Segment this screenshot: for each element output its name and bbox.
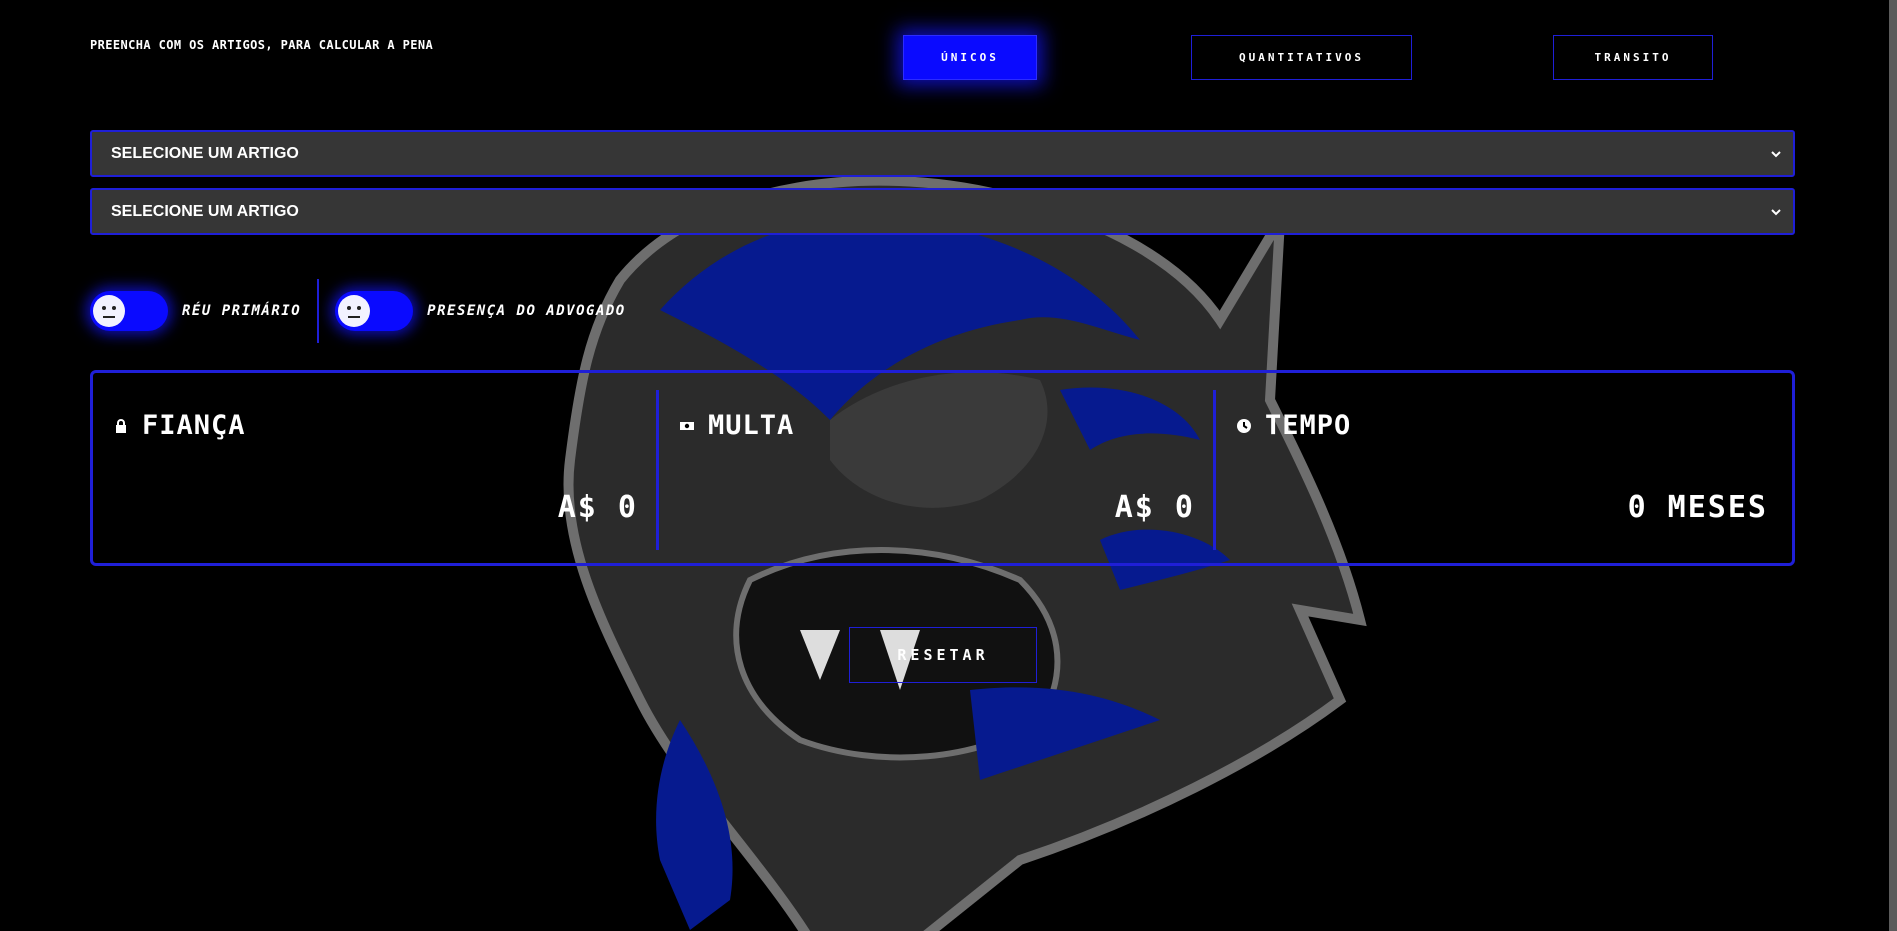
fianca-value: A$ 0 <box>557 490 638 525</box>
tab-quantitativos[interactable]: QUANTITATIVOS <box>1191 35 1412 80</box>
reu-primario-label: RÉU PRIMÁRIO <box>182 302 302 319</box>
presenca-advogado-toggle[interactable] <box>335 290 414 331</box>
toggle-row: RÉU PRIMÁRIO PRESENÇA DO ADVOGADO <box>90 278 626 343</box>
article-select-2-value: SELECIONE UM ARTIGO <box>111 202 299 220</box>
multa-value: A$ 0 <box>1114 490 1195 525</box>
lock-icon <box>116 418 126 433</box>
fianca-card: FIANÇA A$ 0 <box>93 390 656 550</box>
article-select-1-value: SELECIONE UM ARTIGO <box>111 144 299 162</box>
tempo-card: TEMPO 0 MESES <box>1216 390 1786 550</box>
fianca-title-text: FIANÇA <box>142 410 246 441</box>
toggle-divider <box>317 278 320 343</box>
neutral-face-icon <box>93 294 125 327</box>
multa-title-text: MULTA <box>708 410 795 441</box>
results-panel: FIANÇA A$ 0 MULTA A$ 0 TEMPO 0 MESES <box>90 370 1795 566</box>
article-select-2[interactable]: SELECIONE UM ARTIGO <box>90 188 1795 235</box>
chevron-down-icon <box>1771 151 1781 158</box>
page: PREENCHA COM OS ARTIGOS, PARA CALCULAR A… <box>0 0 1897 931</box>
reset-button[interactable]: RESETAR <box>849 627 1037 683</box>
clock-icon <box>1237 418 1251 433</box>
tempo-title-text: TEMPO <box>1265 410 1352 441</box>
multa-card: MULTA A$ 0 <box>659 390 1213 550</box>
page-instruction: PREENCHA COM OS ARTIGOS, PARA CALCULAR A… <box>90 38 434 52</box>
neutral-face-icon <box>338 294 371 327</box>
presenca-advogado-label: PRESENÇA DO ADVOGADO <box>427 302 626 319</box>
article-select-1[interactable]: SELECIONE UM ARTIGO <box>90 130 1795 177</box>
chevron-down-icon <box>1771 209 1781 216</box>
tab-transito[interactable]: TRANSITO <box>1553 35 1713 80</box>
scrollbar[interactable] <box>1889 0 1897 931</box>
reu-primario-toggle[interactable] <box>90 290 168 331</box>
money-icon <box>680 421 694 430</box>
multa-title: MULTA <box>679 410 794 441</box>
tab-unicos[interactable]: ÚNICOS <box>903 35 1037 80</box>
tempo-title: TEMPO <box>1236 410 1351 441</box>
fianca-title: FIANÇA <box>113 410 246 441</box>
tempo-value: 0 MESES <box>1627 490 1768 525</box>
